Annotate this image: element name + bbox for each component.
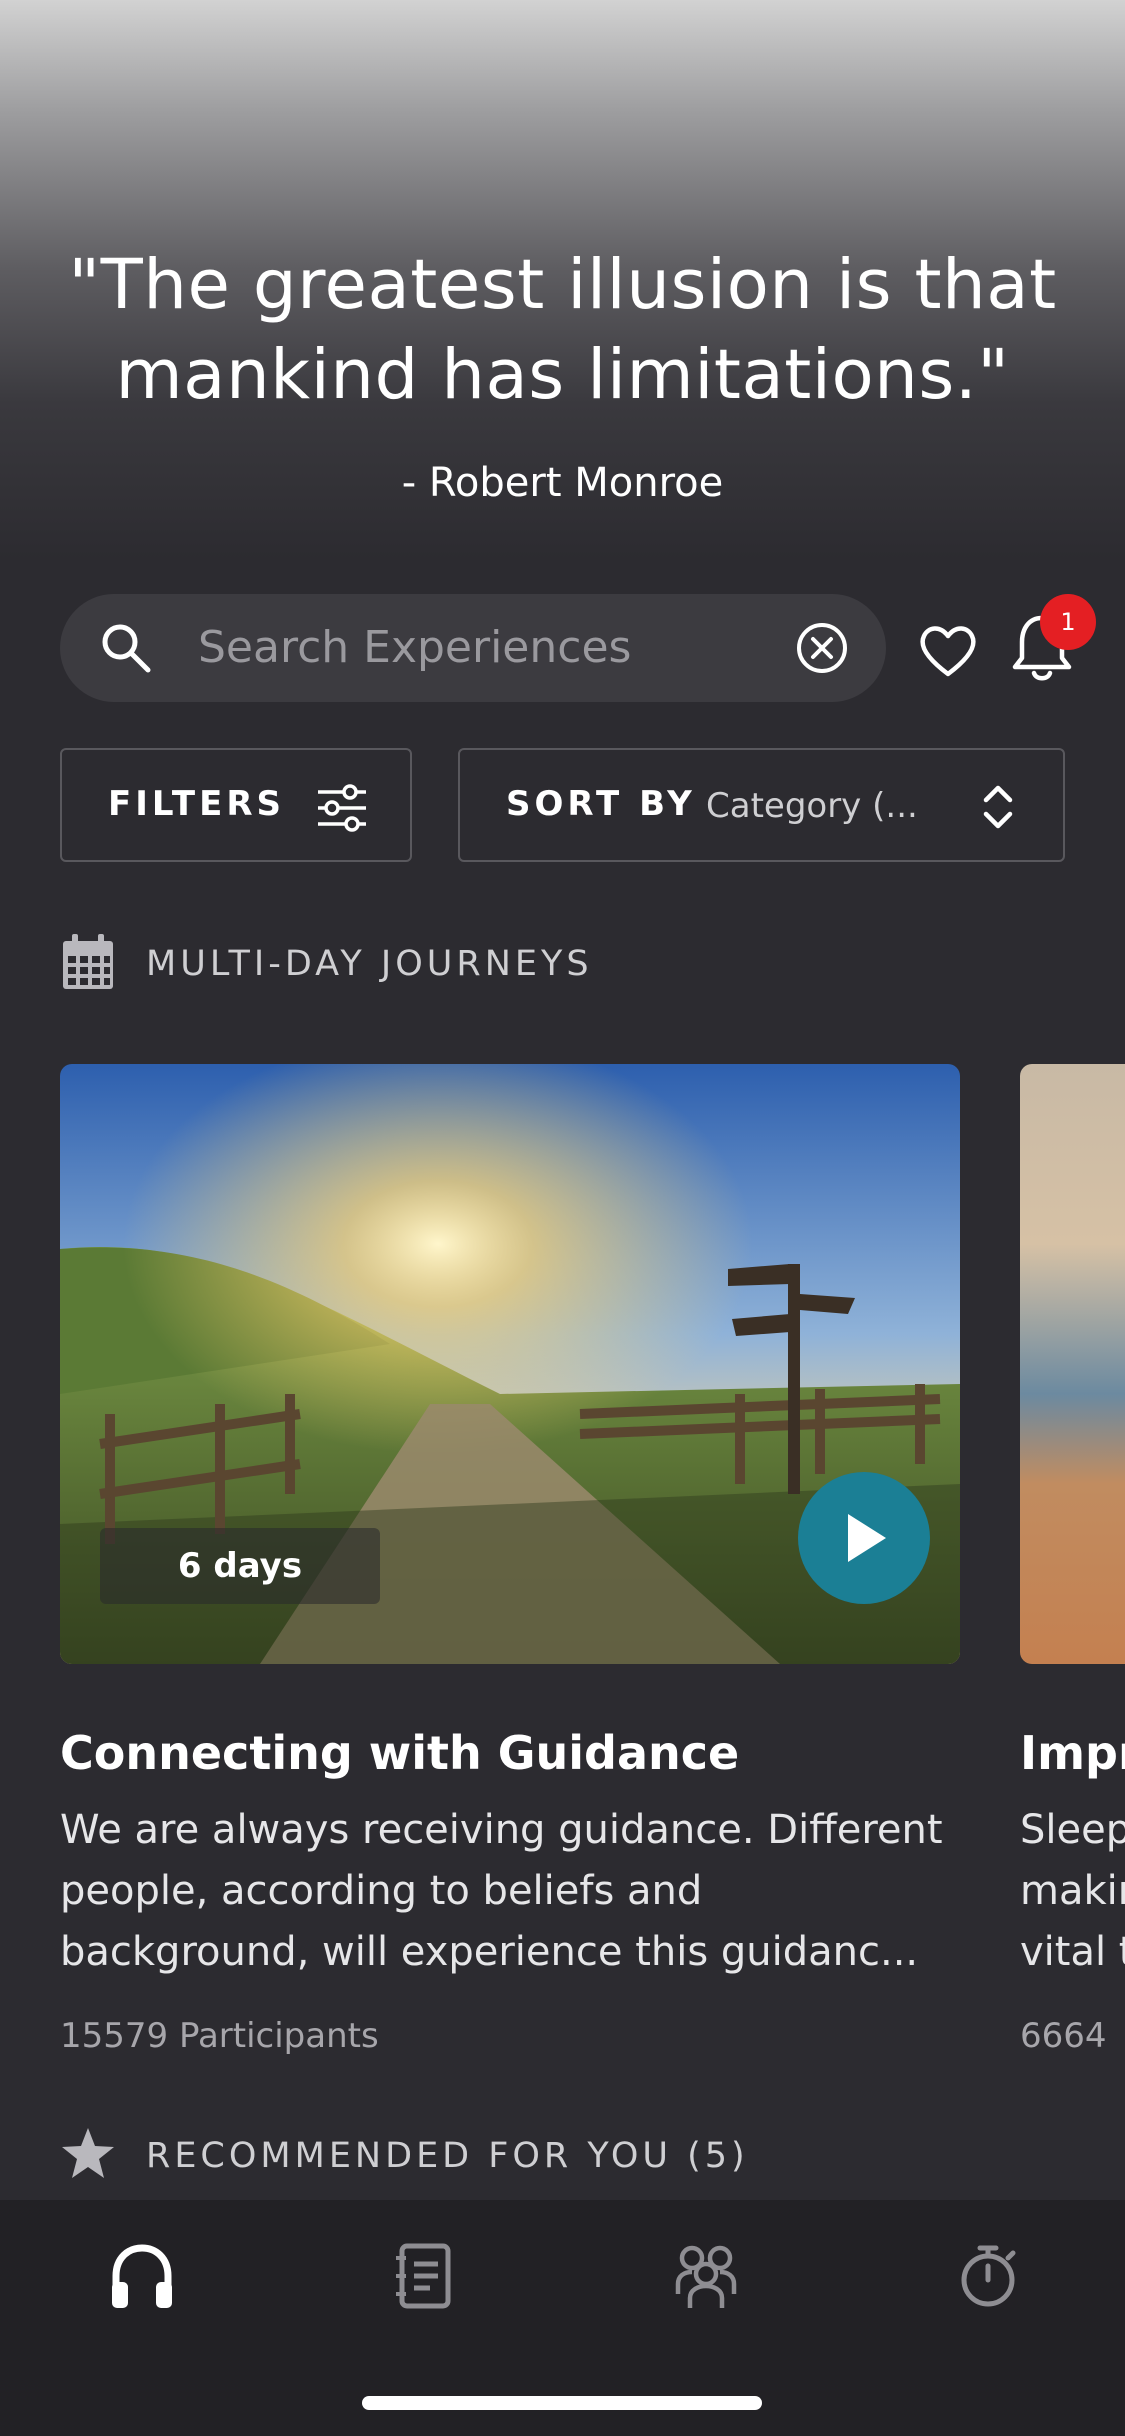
sort-by-label: SORT BY	[506, 784, 696, 824]
star-icon	[62, 2128, 114, 2178]
play-icon	[848, 1514, 886, 1562]
journey-title-2[interactable]: Impr	[1020, 1726, 1125, 1780]
journey-description: We are always receiving guidance. Differ…	[60, 1807, 943, 1975]
description-line: vital t	[1020, 1929, 1125, 1975]
section-title: MULTI-DAY JOURNEYS	[146, 944, 593, 984]
filters-label: FILTERS	[108, 784, 285, 824]
journey-title[interactable]: Connecting with Guidance	[60, 1726, 739, 1780]
favorites-heart-icon[interactable]	[916, 618, 980, 682]
journal-icon[interactable]	[388, 2240, 460, 2312]
play-button[interactable]	[798, 1472, 930, 1604]
journey-duration: 6 days	[100, 1528, 380, 1604]
description-line: makir	[1020, 1868, 1125, 1914]
notification-badge: 1	[1040, 594, 1096, 650]
journey-participants: 15579 Participants	[60, 2016, 379, 2056]
clear-search-icon[interactable]	[794, 620, 850, 676]
headphones-icon[interactable]	[106, 2240, 178, 2312]
timer-icon[interactable]	[952, 2240, 1024, 2312]
journey-participants-2: 6664	[1020, 2016, 1107, 2056]
filters-button[interactable]: FILTERS	[60, 748, 412, 862]
sliders-icon	[318, 784, 366, 832]
community-icon[interactable]	[670, 2240, 742, 2312]
home-indicator[interactable]	[362, 2396, 762, 2410]
description-line: Sleep	[1020, 1807, 1125, 1853]
section-title: RECOMMENDED FOR YOU (5)	[146, 2136, 749, 2176]
sort-by-value: Category (...	[706, 786, 918, 826]
search-icon	[102, 624, 151, 673]
quote-author: - Robert Monroe	[401, 460, 724, 506]
search-input[interactable]: Search Experiences	[198, 620, 631, 676]
search-bar[interactable]: Search Experiences	[60, 594, 886, 702]
journey-card-image-2[interactable]	[1020, 1064, 1125, 1664]
sort-by-dropdown[interactable]: SORT BY Category (...	[458, 748, 1065, 862]
chevron-up-down-icon	[983, 785, 1013, 829]
calendar-icon	[63, 934, 113, 989]
journey-description-2: Sleep makir vital t	[1020, 1800, 1125, 1983]
quote-text: "The greatest illusion is that mankind h…	[68, 245, 1057, 415]
